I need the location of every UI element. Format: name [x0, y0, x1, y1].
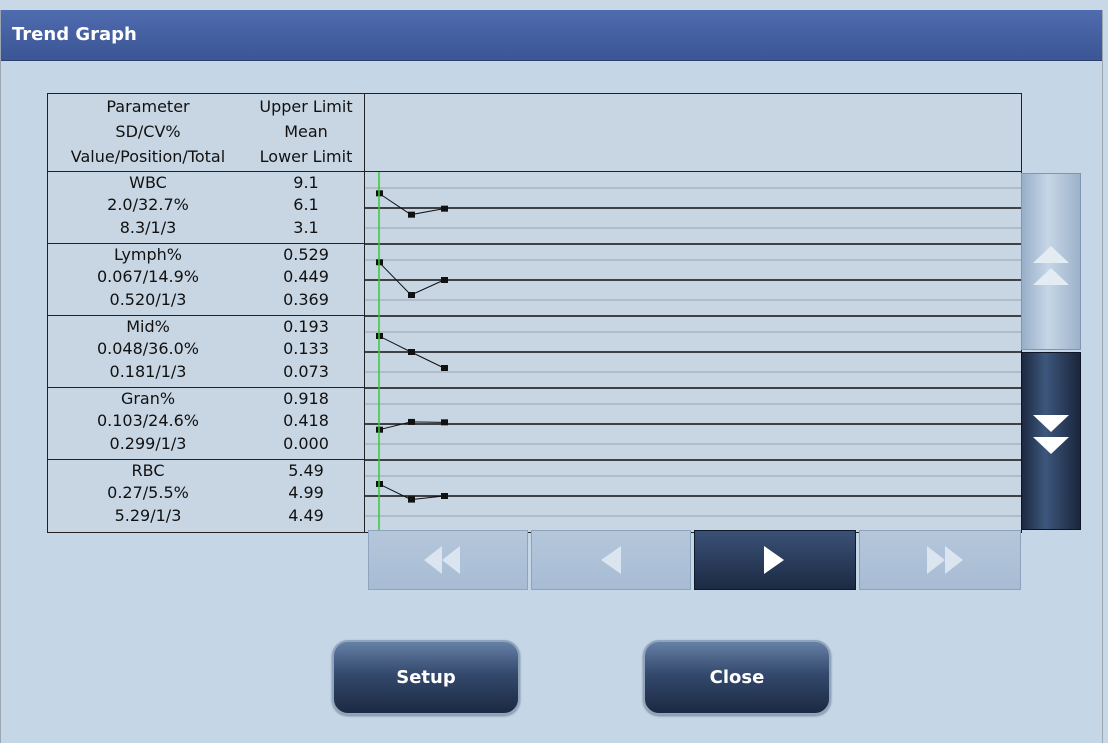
double-down-triangle-icon: [1033, 415, 1069, 454]
param-lower-limit: 0.000: [283, 434, 329, 453]
param-upper-limit: 5.49: [288, 461, 324, 480]
data-point: [408, 211, 415, 218]
param-sdcv: 2.0/32.7%: [107, 195, 189, 214]
param-sdcv: 0.103/24.6%: [96, 411, 200, 430]
last-page-button[interactable]: [859, 530, 1021, 590]
data-point: [408, 349, 415, 355]
param-value-position: 8.3/1/3: [119, 218, 177, 237]
row-divider: [48, 387, 365, 388]
param-sdcv: 0.048/36.0%: [96, 339, 200, 358]
data-point: [441, 493, 448, 499]
param-value-position: 0.181/1/3: [109, 362, 187, 381]
double-right-triangle-icon: [927, 546, 963, 574]
param-upper-limit: 0.193: [283, 317, 329, 336]
param-mean: 0.418: [283, 411, 329, 430]
param-upper-limit: 9.1: [293, 173, 319, 192]
next-page-button[interactable]: [694, 530, 856, 590]
data-point: [441, 277, 448, 283]
first-page-button[interactable]: [368, 530, 528, 590]
data-point: [408, 292, 415, 298]
param-name: Gran%: [120, 389, 176, 408]
close-button[interactable]: Close: [643, 640, 831, 715]
double-left-triangle-icon: [424, 546, 460, 574]
row-divider: [48, 243, 365, 244]
param-lower-limit: 4.49: [288, 506, 324, 525]
data-point: [441, 365, 448, 371]
param-lower-limit: 0.073: [283, 362, 329, 381]
right-triangle-icon: [764, 546, 784, 574]
setup-button[interactable]: Setup: [332, 640, 520, 715]
header-upper-limit: Upper Limit: [259, 97, 353, 116]
param-mean: 0.449: [283, 267, 329, 286]
data-point: [441, 419, 448, 426]
close-button-label: Close: [709, 667, 765, 688]
header-mean: Mean: [284, 122, 328, 141]
scroll-down-button[interactable]: [1021, 352, 1081, 530]
data-point: [441, 205, 448, 212]
trend-table: Parameter SD/CV% Value/Position/Total Up…: [47, 93, 1022, 533]
param-upper-limit: 0.529: [283, 245, 329, 264]
window-title: Trend Graph: [12, 24, 137, 45]
double-up-triangle-icon: [1033, 246, 1069, 285]
header-value-position-total: Value/Position/Total: [70, 147, 226, 166]
scroll-up-button[interactable]: [1021, 173, 1081, 350]
param-lower-limit: 0.369: [283, 290, 329, 309]
param-value-position: 0.299/1/3: [109, 434, 187, 453]
header-lower-limit: Lower Limit: [259, 147, 353, 166]
param-name: WBC: [129, 173, 167, 192]
trend-line: [378, 192, 445, 216]
param-value-position: 0.520/1/3: [109, 290, 187, 309]
param-sdcv: 0.067/14.9%: [96, 267, 200, 286]
param-sdcv: 0.27/5.5%: [107, 483, 189, 502]
param-name: Lymph%: [114, 245, 182, 264]
param-lower-limit: 3.1: [293, 218, 319, 237]
previous-page-button[interactable]: [531, 530, 691, 590]
param-name: Mid%: [126, 317, 170, 336]
param-mean: 0.133: [283, 339, 329, 358]
left-triangle-icon: [601, 546, 621, 574]
param-mean: 6.1: [293, 195, 319, 214]
header-parameter: Parameter: [106, 97, 190, 116]
param-mean: 4.99: [288, 483, 324, 502]
trend-graph-area: [365, 172, 1021, 532]
param-upper-limit: 0.918: [283, 389, 329, 408]
row-divider: [48, 315, 365, 316]
title-bar: Trend Graph: [1, 10, 1102, 61]
row-divider: [48, 459, 365, 460]
param-value-position: 5.29/1/3: [114, 506, 182, 525]
header-sdcv: SD/CV%: [115, 122, 181, 141]
trend-line: [378, 261, 445, 296]
param-name: RBC: [131, 461, 165, 480]
data-point: [408, 418, 415, 425]
data-point: [408, 496, 415, 503]
setup-button-label: Setup: [396, 667, 456, 688]
